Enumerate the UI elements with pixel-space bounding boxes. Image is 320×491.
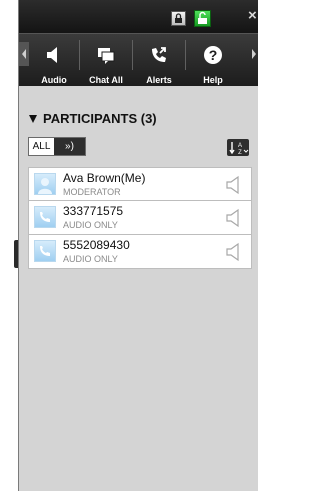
- alerts-label: Alerts: [146, 75, 172, 85]
- scroll-right-button[interactable]: [249, 42, 259, 66]
- collapse-triangle-icon[interactable]: [29, 115, 37, 123]
- speaker-icon: [47, 47, 57, 63]
- participant-name: 333771575: [63, 204, 124, 218]
- help-label: Help: [203, 75, 223, 85]
- participant-role: AUDIO ONLY: [63, 220, 118, 230]
- speaker-volume-icon[interactable]: [224, 175, 242, 195]
- participant-row[interactable]: Ava Brown(Me) MODERATOR: [28, 167, 252, 201]
- participant-name: 5552089430: [63, 238, 130, 252]
- audio-button[interactable]: Audio: [31, 37, 77, 85]
- user-icon: [34, 173, 56, 195]
- chat-all-button[interactable]: Chat All: [83, 37, 129, 85]
- filter-speaking-button[interactable]: »): [54, 138, 85, 155]
- participants-title: PARTICIPANTS (3): [43, 111, 157, 126]
- participant-filter-toggle[interactable]: ALL »): [28, 137, 86, 156]
- filter-all-button[interactable]: ALL: [29, 138, 54, 155]
- participant-name: Ava Brown(Me): [63, 171, 146, 185]
- phone-alert-icon: [152, 47, 166, 62]
- scroll-left-button[interactable]: [19, 42, 29, 66]
- title-bar: ×: [19, 0, 258, 33]
- svg-text:A: A: [238, 143, 242, 149]
- toolbar-divider: [132, 40, 133, 70]
- sort-az-icon: A Z: [229, 142, 249, 156]
- svg-text:?: ?: [209, 47, 218, 63]
- speaker-volume-icon[interactable]: [224, 208, 242, 228]
- participant-list: Ava Brown(Me) MODERATOR 333771575 AUDIO …: [28, 167, 252, 269]
- sort-button[interactable]: A Z: [227, 139, 249, 156]
- help-icon: ?: [204, 46, 222, 64]
- lock-icon[interactable]: [171, 11, 186, 26]
- close-button[interactable]: ×: [248, 8, 257, 23]
- participant-role: MODERATOR: [63, 187, 121, 197]
- chat-icon: [98, 48, 115, 64]
- toolbar-divider: [185, 40, 186, 70]
- participant-row[interactable]: 5552089430 AUDIO ONLY: [28, 235, 252, 269]
- chat-all-label: Chat All: [89, 75, 123, 85]
- speaker-volume-icon[interactable]: [224, 242, 242, 262]
- participant-role: AUDIO ONLY: [63, 254, 118, 264]
- phone-icon: [34, 240, 56, 262]
- toolbar-divider: [79, 40, 80, 70]
- help-button[interactable]: ? Help: [190, 37, 236, 85]
- svg-text:Z: Z: [238, 150, 242, 156]
- alerts-button[interactable]: Alerts: [136, 37, 182, 85]
- unlock-icon[interactable]: [194, 10, 211, 27]
- participant-row[interactable]: 333771575 AUDIO ONLY: [28, 201, 252, 235]
- toolbar: Audio Chat All Alerts ? Help: [19, 33, 258, 86]
- phone-icon: [34, 206, 56, 228]
- audio-label: Audio: [41, 75, 67, 85]
- participants-panel: × Audio Chat All Alerts ? Help PARTICIPA…: [18, 0, 258, 491]
